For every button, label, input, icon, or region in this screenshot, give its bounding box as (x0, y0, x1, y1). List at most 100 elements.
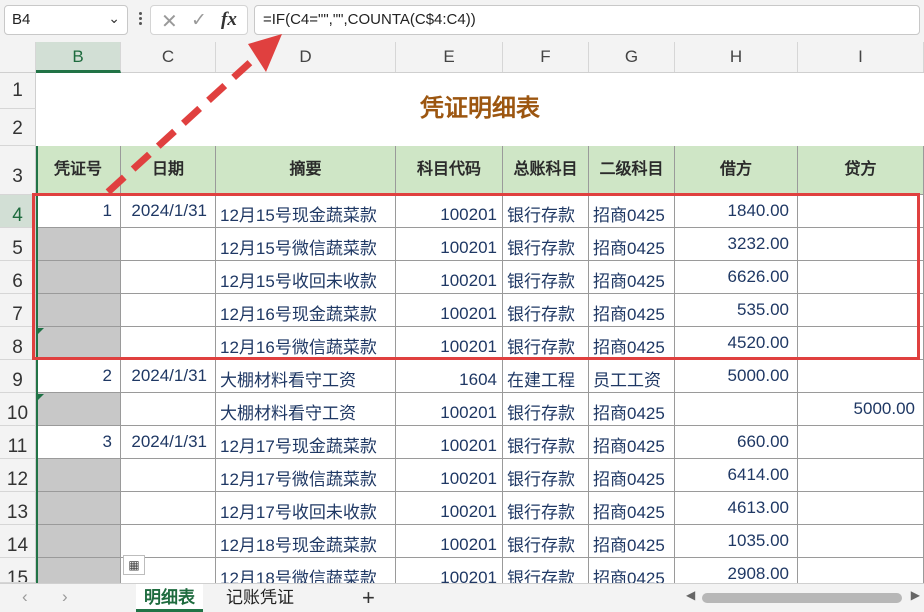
row-header[interactable]: 12 (0, 459, 36, 492)
general-account-cell[interactable]: 在建工程 (503, 360, 589, 393)
summary-cell[interactable]: 12月18号现金蔬菜款 (216, 525, 396, 558)
column-header-f[interactable]: F (503, 42, 589, 72)
credit-cell[interactable]: 5000.00 (798, 393, 924, 426)
voucher-cell[interactable]: 1 (36, 195, 121, 228)
header-date[interactable]: 日期 (121, 146, 216, 195)
tab-detail[interactable]: 明细表 (136, 584, 203, 612)
credit-cell[interactable] (798, 459, 924, 492)
general-account-cell[interactable]: 银行存款 (503, 294, 589, 327)
summary-cell[interactable]: 12月15号微信蔬菜款 (216, 228, 396, 261)
sub-account-cell[interactable]: 招商0425 (589, 492, 675, 525)
credit-cell[interactable] (798, 195, 924, 228)
account-code-cell[interactable]: 100201 (396, 327, 503, 360)
scroll-left-icon[interactable]: ◀ (686, 588, 695, 602)
row-header[interactable]: 6 (0, 261, 36, 294)
debit-cell[interactable]: 4613.00 (675, 492, 798, 525)
voucher-cell[interactable] (36, 294, 121, 327)
debit-cell[interactable] (675, 393, 798, 426)
enter-icon[interactable]: ✓ (191, 9, 207, 32)
credit-cell[interactable] (798, 426, 924, 459)
voucher-cell[interactable] (36, 228, 121, 261)
summary-cell[interactable]: 12月17号微信蔬菜款 (216, 459, 396, 492)
summary-cell[interactable]: 大棚材料看守工资 (216, 393, 396, 426)
date-cell[interactable] (121, 459, 216, 492)
voucher-cell[interactable] (36, 261, 121, 294)
general-account-cell[interactable]: 银行存款 (503, 195, 589, 228)
date-cell[interactable]: 2024/1/31 (121, 426, 216, 459)
spreadsheet-grid[interactable]: 凭证明细表 凭证号 日期 摘要 科目代码 总账科目 二级科目 借方 贷方 1 20… (36, 73, 924, 583)
row-header[interactable]: 14 (0, 525, 36, 558)
voucher-cell[interactable]: 2 (36, 360, 121, 393)
summary-cell[interactable]: 12月18号微信蔬菜款 (216, 558, 396, 583)
voucher-cell[interactable] (36, 525, 121, 558)
voucher-cell[interactable] (36, 393, 121, 426)
debit-cell[interactable]: 2908.00 (675, 558, 798, 583)
account-code-cell[interactable]: 100201 (396, 228, 503, 261)
header-credit[interactable]: 贷方 (798, 146, 924, 195)
date-cell[interactable]: 2024/1/31 (121, 195, 216, 228)
scroll-right-icon[interactable]: ▶ (911, 588, 920, 602)
more-options-icon[interactable] (137, 10, 143, 30)
account-code-cell[interactable]: 100201 (396, 393, 503, 426)
sub-account-cell[interactable]: 招商0425 (589, 261, 675, 294)
date-cell[interactable] (121, 393, 216, 426)
sub-account-cell[interactable]: 招商0425 (589, 426, 675, 459)
general-account-cell[interactable]: 银行存款 (503, 228, 589, 261)
sub-account-cell[interactable]: 员工工资 (589, 360, 675, 393)
header-account-code[interactable]: 科目代码 (396, 146, 503, 195)
row-header[interactable]: 8 (0, 327, 36, 360)
credit-cell[interactable] (798, 228, 924, 261)
debit-cell[interactable]: 6414.00 (675, 459, 798, 492)
general-account-cell[interactable]: 银行存款 (503, 327, 589, 360)
column-header-g[interactable]: G (589, 42, 675, 72)
summary-cell[interactable]: 12月16号现金蔬菜款 (216, 294, 396, 327)
prev-sheet-icon[interactable]: ‹ (22, 587, 28, 607)
voucher-cell[interactable] (36, 459, 121, 492)
general-account-cell[interactable]: 银行存款 (503, 525, 589, 558)
credit-cell[interactable] (798, 492, 924, 525)
account-code-cell[interactable]: 100201 (396, 558, 503, 583)
general-account-cell[interactable]: 银行存款 (503, 426, 589, 459)
row-header[interactable]: 13 (0, 492, 36, 525)
add-sheet-button[interactable]: + (362, 584, 375, 612)
date-cell[interactable] (121, 492, 216, 525)
row-header[interactable]: 15 (0, 558, 36, 583)
summary-cell[interactable]: 12月15号收回未收款 (216, 261, 396, 294)
account-code-cell[interactable]: 100201 (396, 492, 503, 525)
insert-function-icon[interactable]: fx (221, 9, 237, 31)
summary-cell[interactable]: 大棚材料看守工资 (216, 360, 396, 393)
sub-account-cell[interactable]: 招商0425 (589, 228, 675, 261)
account-code-cell[interactable]: 1604 (396, 360, 503, 393)
credit-cell[interactable] (798, 525, 924, 558)
voucher-cell[interactable]: 3 (36, 426, 121, 459)
debit-cell[interactable]: 6626.00 (675, 261, 798, 294)
credit-cell[interactable] (798, 261, 924, 294)
cancel-icon[interactable]: ✕ (161, 9, 178, 34)
sub-account-cell[interactable]: 招商0425 (589, 294, 675, 327)
voucher-cell[interactable] (36, 327, 121, 360)
account-code-cell[interactable]: 100201 (396, 459, 503, 492)
debit-cell[interactable]: 3232.00 (675, 228, 798, 261)
sub-account-cell[interactable]: 招商0425 (589, 525, 675, 558)
sub-account-cell[interactable]: 招商0425 (589, 459, 675, 492)
row-header[interactable]: 4 (0, 195, 36, 228)
account-code-cell[interactable]: 100201 (396, 195, 503, 228)
general-account-cell[interactable]: 银行存款 (503, 492, 589, 525)
account-code-cell[interactable]: 100201 (396, 525, 503, 558)
credit-cell[interactable] (798, 294, 924, 327)
credit-cell[interactable] (798, 327, 924, 360)
chevron-down-icon[interactable]: ⌄ (108, 10, 120, 27)
row-header[interactable]: 2 (0, 109, 36, 146)
account-code-cell[interactable]: 100201 (396, 261, 503, 294)
sub-account-cell[interactable]: 招商0425 (589, 393, 675, 426)
account-code-cell[interactable]: 100201 (396, 294, 503, 327)
debit-cell[interactable]: 1840.00 (675, 195, 798, 228)
summary-cell[interactable]: 12月17号收回未收款 (216, 492, 396, 525)
date-cell[interactable] (121, 327, 216, 360)
column-header-c[interactable]: C (121, 42, 216, 72)
general-account-cell[interactable]: 银行存款 (503, 459, 589, 492)
row-header[interactable]: 1 (0, 73, 36, 109)
header-voucher-no[interactable]: 凭证号 (36, 146, 121, 195)
general-account-cell[interactable]: 银行存款 (503, 393, 589, 426)
tab-voucher[interactable]: 记账凭证 (218, 584, 302, 612)
